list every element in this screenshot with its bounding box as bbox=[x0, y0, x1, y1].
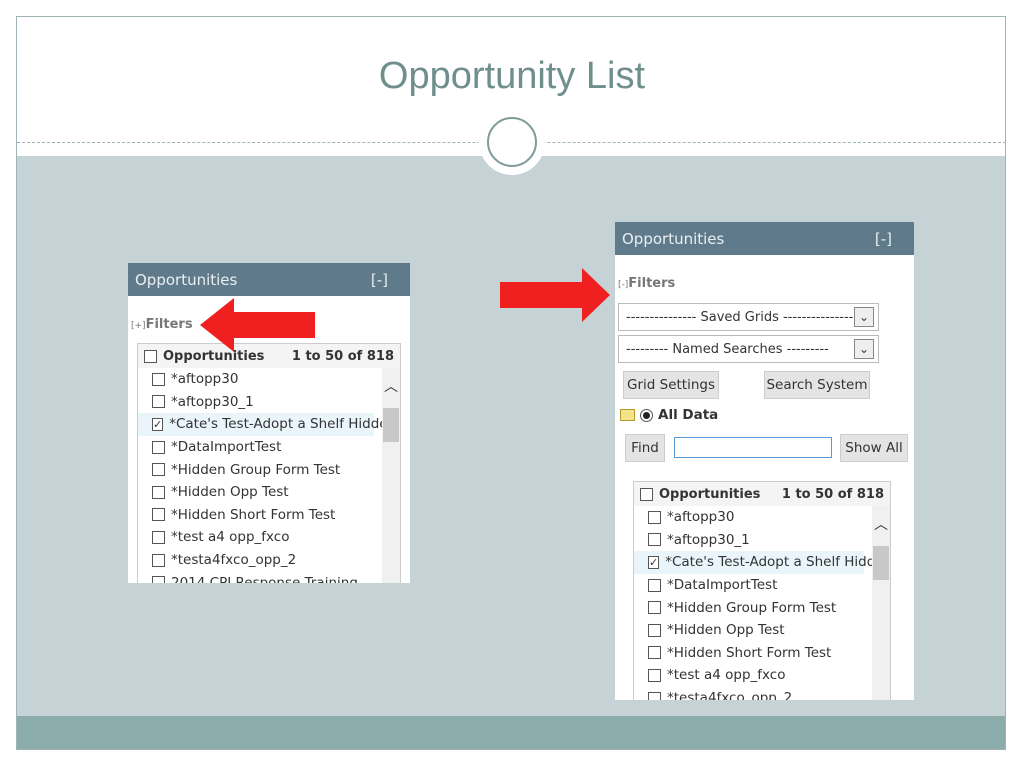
row-checkbox[interactable] bbox=[648, 668, 661, 682]
filters-toggle[interactable]: [+]Filters bbox=[131, 317, 193, 332]
row-label: *Cate's Test-Adopt a Shelf Hidden bbox=[665, 554, 891, 571]
row-checkbox[interactable] bbox=[648, 691, 661, 700]
row-label: *aftopp30 bbox=[667, 509, 735, 526]
list-item[interactable]: *test a4 opp_fxco bbox=[634, 664, 890, 687]
row-checkbox[interactable] bbox=[152, 508, 165, 522]
list-item[interactable]: *testa4fxco_opp_2 bbox=[634, 687, 890, 700]
chevron-down-icon: ⌄ bbox=[854, 307, 874, 327]
row-label: *test a4 opp_fxco bbox=[667, 667, 786, 684]
row-checkbox[interactable] bbox=[648, 623, 661, 637]
right-arrow-icon bbox=[500, 268, 610, 322]
row-label: *DataImportTest bbox=[171, 439, 282, 456]
row-label: *aftopp30_1 bbox=[667, 531, 750, 548]
row-checkbox[interactable]: ✓ bbox=[152, 417, 164, 431]
list-item[interactable]: *Hidden Opp Test bbox=[634, 619, 890, 642]
list-item[interactable]: *testa4fxco_opp_2 bbox=[138, 549, 400, 572]
grid-settings-button[interactable]: Grid Settings bbox=[623, 371, 719, 399]
list-item[interactable]: *aftopp30_1 bbox=[634, 529, 890, 552]
list-item[interactable]: *Hidden Opp Test bbox=[138, 481, 400, 504]
search-system-button[interactable]: Search System bbox=[764, 371, 870, 399]
grid-header: Opportunities bbox=[659, 486, 761, 502]
named-searches-select[interactable]: --------- Named Searches --------- ⌄ bbox=[618, 335, 879, 363]
collapse-button[interactable]: [-] bbox=[371, 271, 388, 289]
row-label: *DataImportTest bbox=[667, 577, 778, 594]
select-all-checkbox[interactable] bbox=[640, 487, 653, 501]
saved-grids-select[interactable]: --------------- Saved Grids ------------… bbox=[618, 303, 879, 331]
left-arrow-icon bbox=[200, 298, 315, 352]
list-item[interactable]: ✓ *Cate's Test-Adopt a Shelf Hidden bbox=[138, 413, 396, 436]
list-item[interactable]: *aftopp30_1 bbox=[138, 391, 400, 414]
scrollbar[interactable]: ︿ bbox=[382, 368, 400, 583]
filters-toggle[interactable]: [-]Filters bbox=[618, 276, 675, 291]
row-checkbox[interactable] bbox=[152, 395, 165, 409]
row-label: *test a4 opp_fxco bbox=[171, 529, 290, 546]
chevron-up-icon: ︿ bbox=[874, 517, 888, 533]
row-label: *Cate's Test-Adopt a Shelf Hidden bbox=[169, 416, 397, 433]
slide-title: Opportunity List bbox=[378, 55, 646, 97]
row-checkbox[interactable] bbox=[152, 372, 165, 386]
circle-ornament bbox=[479, 109, 545, 175]
panel-header: Opportunities [-] bbox=[615, 222, 914, 255]
row-checkbox[interactable]: ✓ bbox=[648, 555, 660, 569]
row-label: *Hidden Opp Test bbox=[171, 484, 289, 501]
list-item[interactable]: *Hidden Group Form Test bbox=[634, 596, 890, 619]
collapse-button[interactable]: [-] bbox=[875, 230, 892, 248]
list-item[interactable]: *DataImportTest bbox=[138, 436, 400, 459]
list-item[interactable]: *Hidden Group Form Test bbox=[138, 458, 400, 481]
find-button[interactable]: Find bbox=[625, 434, 665, 462]
all-data-label: All Data bbox=[658, 407, 719, 423]
list-item[interactable]: *test a4 opp_fxco bbox=[138, 526, 400, 549]
list-item[interactable]: *DataImportTest bbox=[634, 574, 890, 597]
list-item[interactable]: 2014 CPI Response Training bbox=[138, 571, 400, 583]
scrollbar[interactable]: ︿ bbox=[872, 506, 890, 700]
row-checkbox[interactable] bbox=[152, 530, 165, 544]
right-opportunities-panel: Opportunities [-] [-]Filters ------------… bbox=[615, 222, 914, 700]
row-label: *Hidden Short Form Test bbox=[667, 644, 832, 661]
all-data-radio[interactable] bbox=[640, 408, 653, 422]
find-input[interactable] bbox=[674, 437, 832, 458]
row-checkbox[interactable] bbox=[152, 553, 165, 567]
list-item[interactable]: *Hidden Short Form Test bbox=[634, 642, 890, 665]
row-checkbox[interactable] bbox=[648, 601, 661, 615]
panel-title: Opportunities bbox=[135, 270, 238, 289]
row-checkbox[interactable] bbox=[152, 440, 165, 454]
row-label: *Hidden Group Form Test bbox=[667, 599, 837, 616]
panel-title: Opportunities bbox=[622, 229, 725, 248]
row-checkbox[interactable] bbox=[152, 485, 165, 499]
row-checkbox[interactable] bbox=[648, 533, 661, 547]
chevron-up-icon: ︿ bbox=[384, 379, 398, 395]
row-checkbox[interactable] bbox=[648, 578, 661, 592]
row-label: *aftopp30 bbox=[171, 371, 239, 388]
opportunities-grid: Opportunities 1 to 50 of 818 *aftopp30 *af… bbox=[633, 481, 891, 700]
list-item[interactable]: ✓ *Cate's Test-Adopt a Shelf Hidden bbox=[634, 551, 890, 574]
chevron-down-icon: ⌄ bbox=[854, 339, 874, 359]
row-label: *Hidden Short Form Test bbox=[171, 506, 336, 523]
row-label: *aftopp30_1 bbox=[171, 393, 254, 410]
footer-band bbox=[17, 716, 1005, 749]
list-item[interactable]: *aftopp30 bbox=[138, 368, 400, 391]
row-checkbox[interactable] bbox=[648, 510, 661, 524]
list-item[interactable]: *Hidden Short Form Test bbox=[138, 504, 400, 527]
select-all-checkbox[interactable] bbox=[144, 349, 157, 363]
show-all-button[interactable]: Show All bbox=[840, 434, 908, 462]
row-checkbox[interactable] bbox=[152, 576, 165, 583]
row-label: *testa4fxco_opp_2 bbox=[171, 552, 297, 569]
list-item[interactable]: *aftopp30 bbox=[634, 506, 890, 529]
folder-icon bbox=[620, 409, 635, 421]
row-label: *Hidden Opp Test bbox=[667, 622, 785, 639]
panel-header: Opportunities [-] bbox=[128, 263, 410, 296]
row-checkbox[interactable] bbox=[152, 463, 165, 477]
row-label: *Hidden Group Form Test bbox=[171, 461, 341, 478]
row-label: *testa4fxco_opp_2 bbox=[667, 690, 793, 700]
opportunities-grid: Opportunities 1 to 50 of 818 *aftopp30 *af… bbox=[137, 343, 401, 583]
row-label: 2014 CPI Response Training bbox=[171, 574, 358, 583]
row-checkbox[interactable] bbox=[648, 646, 661, 660]
record-count: 1 to 50 of 818 bbox=[781, 486, 884, 502]
